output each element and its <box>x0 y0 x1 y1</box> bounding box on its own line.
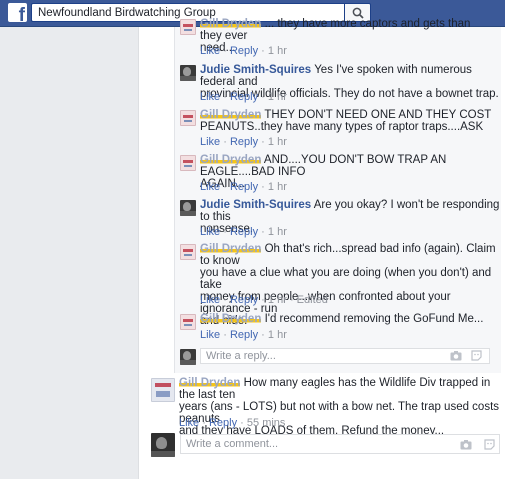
reply-author[interactable]: Judie Smith-Squires <box>200 64 311 76</box>
reply-link[interactable]: Reply <box>230 329 258 341</box>
sticker-icon[interactable] <box>484 439 495 450</box>
reply-text-line: I'd recommend removing the GoFund Me... <box>264 313 484 325</box>
avatar[interactable] <box>180 19 196 35</box>
like-link[interactable]: Like <box>200 181 220 193</box>
reply-text-line: PEANUTS..they have many types of raptor … <box>200 121 484 133</box>
avatar[interactable] <box>180 314 196 330</box>
avatar <box>180 349 196 365</box>
facebook-logo-icon[interactable]: f <box>8 3 27 22</box>
timestamp[interactable]: 1 hr <box>268 329 287 341</box>
like-link[interactable]: Like <box>200 329 220 341</box>
avatar[interactable] <box>180 65 196 81</box>
camera-icon[interactable] <box>450 350 462 361</box>
sticker-icon[interactable] <box>471 350 482 361</box>
like-link[interactable]: Like <box>200 294 220 306</box>
like-link[interactable]: Like <box>200 136 220 148</box>
like-link[interactable]: Like <box>200 45 220 57</box>
reply-author[interactable]: Gill Dryden <box>200 154 262 166</box>
timestamp[interactable]: 1 hr <box>268 181 287 193</box>
reply-author[interactable]: Gill Dryden <box>200 313 262 325</box>
timestamp[interactable]: 1 hr <box>268 294 287 306</box>
avatar[interactable] <box>180 200 196 216</box>
timestamp[interactable]: 1 hr <box>268 226 287 238</box>
like-link[interactable]: Like <box>200 91 220 103</box>
comment-input[interactable]: Write a comment... <box>180 434 500 454</box>
avatar[interactable] <box>180 110 196 126</box>
reply-link[interactable]: Reply <box>230 91 258 103</box>
timestamp[interactable]: 1 hr <box>268 136 287 148</box>
like-link[interactable]: Like <box>200 226 220 238</box>
timestamp[interactable]: 1 hr <box>268 45 287 57</box>
reply-link[interactable]: Reply <box>230 45 258 57</box>
reply-link[interactable]: Reply <box>230 181 258 193</box>
reply-link[interactable]: Reply <box>230 226 258 238</box>
timestamp[interactable]: 55 mins <box>247 417 286 429</box>
comment-author[interactable]: Gill Dryden <box>179 377 241 389</box>
camera-icon[interactable] <box>460 439 472 450</box>
reply-author[interactable]: Gill Dryden <box>200 109 262 121</box>
reply-text-line: THEY DON'T NEED ONE AND THEY COST <box>264 109 492 121</box>
avatar[interactable] <box>180 155 196 171</box>
like-link[interactable]: Like <box>179 417 199 429</box>
avatar <box>151 433 175 457</box>
timestamp[interactable]: 1 hr <box>268 91 287 103</box>
reply-author[interactable]: Gill Dryden <box>200 18 262 30</box>
reply-link[interactable]: Reply <box>230 294 258 306</box>
avatar[interactable] <box>180 244 196 260</box>
reply-link[interactable]: Reply <box>209 417 237 429</box>
reply-author[interactable]: Judie Smith-Squires <box>200 199 311 211</box>
avatar[interactable] <box>151 378 175 402</box>
reply-link[interactable]: Reply <box>230 136 258 148</box>
edited-label[interactable]: Edited <box>297 294 328 306</box>
reply-input[interactable]: Write a reply... <box>200 348 490 364</box>
replies-section: Gill Dryden ... they have more captors a… <box>174 18 501 373</box>
reply-text-line: you have a clue what you are doing (when… <box>200 267 492 291</box>
comment-thread: Gill Dryden ... they have more captors a… <box>138 18 505 479</box>
reply-author[interactable]: Gill Dryden <box>200 243 262 255</box>
